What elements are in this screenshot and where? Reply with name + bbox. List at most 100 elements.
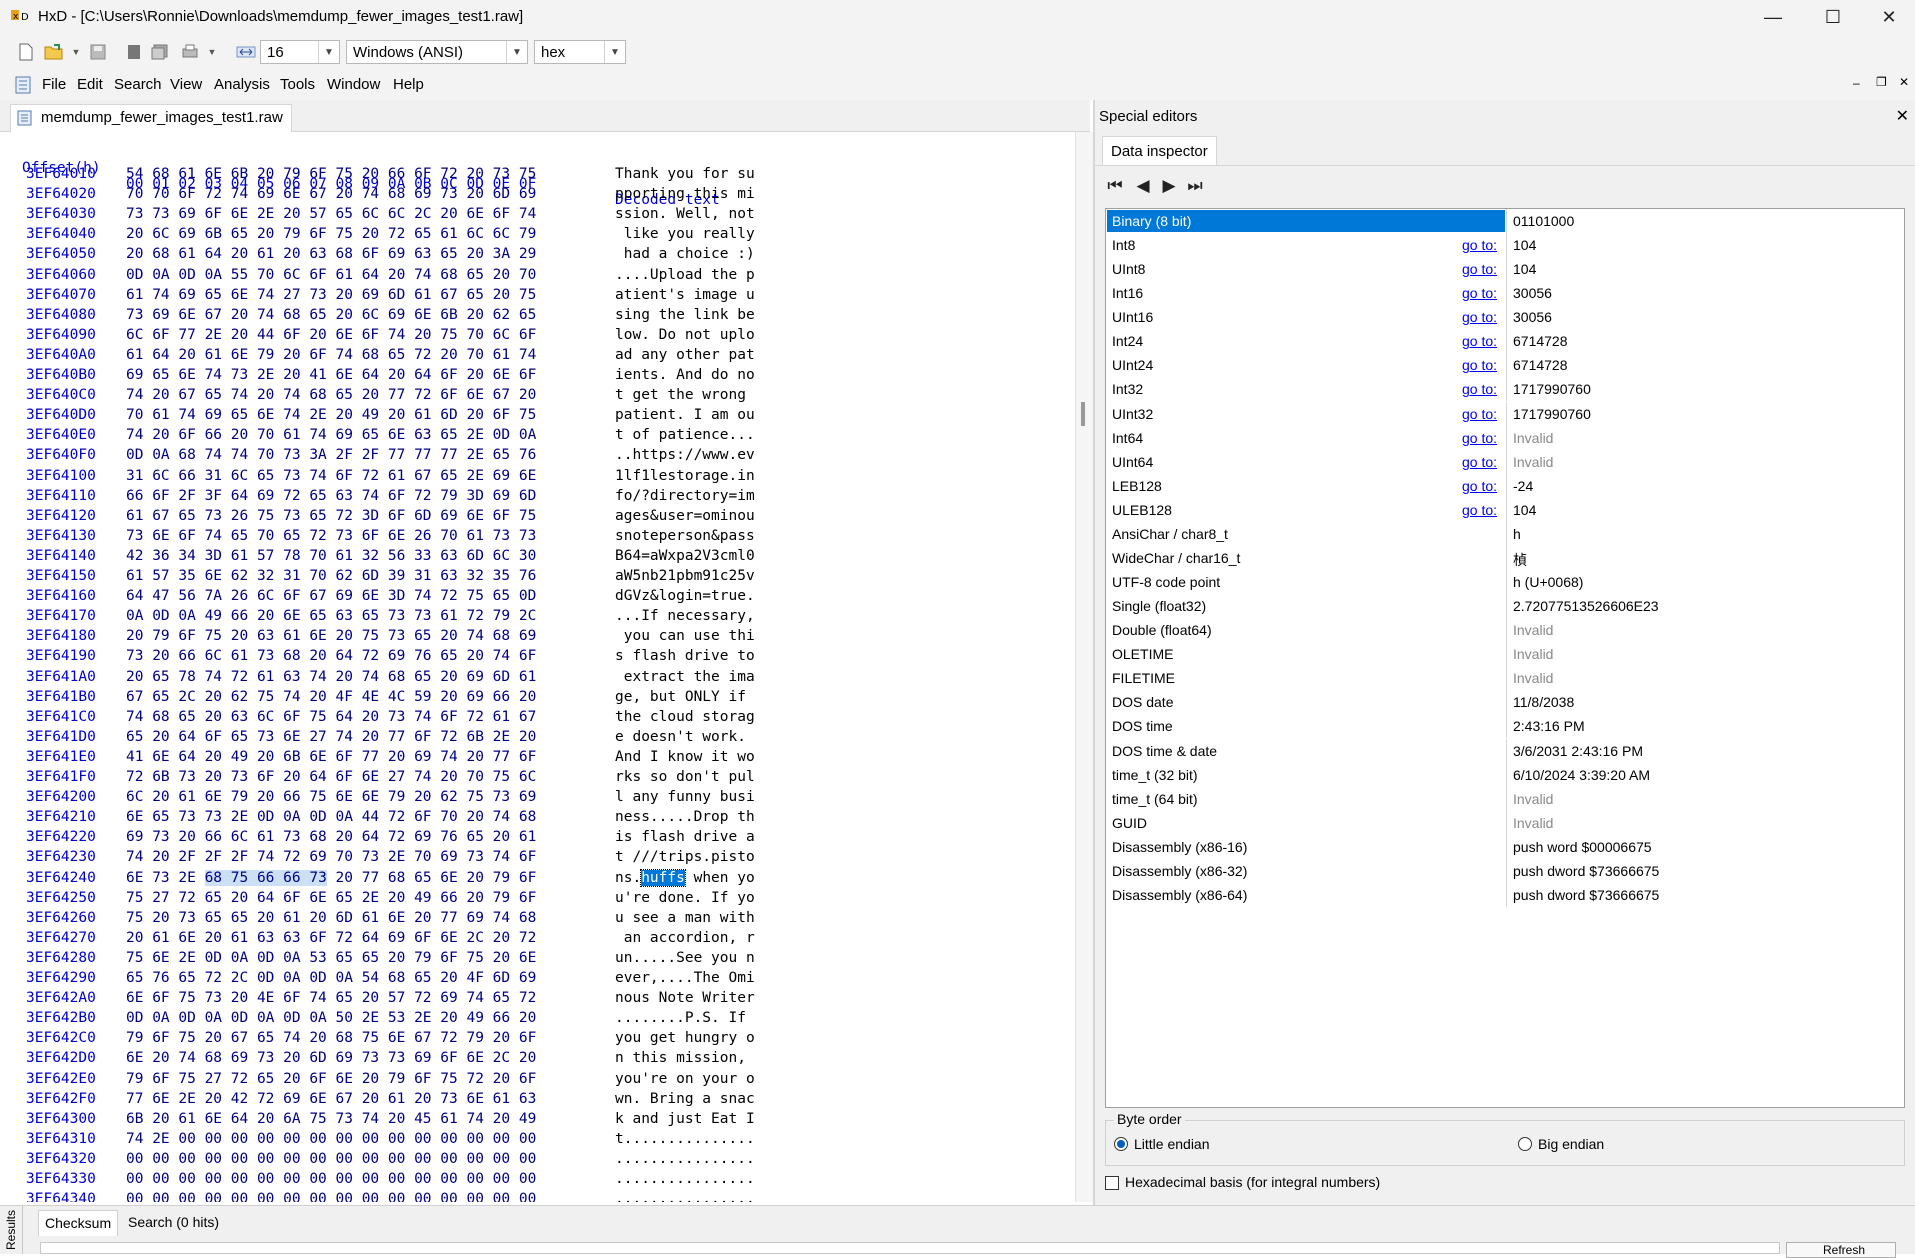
inspector-row[interactable]: Single (float32) 2.72077513526606E23: [1106, 594, 1904, 619]
inspector-row[interactable]: AnsiChar / char8_t h: [1106, 521, 1904, 546]
tab-data-inspector[interactable]: Data inspector: [1102, 136, 1217, 166]
row-decoded-text[interactable]: u're done. If yo: [615, 890, 755, 906]
row-decoded-text[interactable]: n this mission,: [615, 1050, 755, 1066]
inspector-value[interactable]: 11/8/2038: [1513, 694, 1574, 710]
row-decoded-text[interactable]: dGVz&login=true.: [615, 588, 755, 604]
inspector-row[interactable]: Int8 go to: 104: [1106, 233, 1904, 258]
row-decoded-text[interactable]: Thank you for su: [615, 166, 755, 182]
row-decoded-text[interactable]: ........P.S. If: [615, 1010, 755, 1026]
row-hex-bytes[interactable]: 70 70 6F 72 74 69 6E 67 20 74 68 69 73 2…: [126, 186, 536, 202]
row-hex-bytes[interactable]: 74 20 67 65 74 20 74 68 65 20 77 72 6F 6…: [126, 387, 536, 403]
inspector-value[interactable]: 1717990760: [1513, 406, 1591, 422]
row-decoded-text[interactable]: ...If necessary,: [615, 608, 755, 624]
row-hex-bytes[interactable]: 31 6C 66 31 6C 65 73 74 6F 72 61 67 65 2…: [126, 468, 536, 484]
row-hex-bytes[interactable]: 65 76 65 72 2C 0D 0A 0D 0A 54 68 65 20 4…: [126, 970, 536, 986]
inspector-row[interactable]: DOS time & date 3/6/2031 2:43:16 PM: [1106, 738, 1904, 763]
inspector-value[interactable]: Invalid: [1513, 815, 1553, 831]
menu-analysis[interactable]: Analysis: [214, 76, 270, 93]
row-hex-bytes[interactable]: 73 69 6E 67 20 74 68 65 20 6C 69 6E 6B 2…: [126, 307, 536, 323]
special-editors-close-icon[interactable]: ✕: [1896, 106, 1909, 126]
inspector-row[interactable]: time_t (64 bit) Invalid: [1106, 786, 1904, 811]
row-decoded-text[interactable]: k and just Eat I: [615, 1111, 755, 1127]
inspector-value[interactable]: Invalid: [1513, 670, 1553, 686]
row-decoded-text[interactable]: is flash drive a: [615, 829, 755, 845]
row-hex-bytes[interactable]: 6E 6F 75 73 20 4E 6F 74 65 20 57 72 69 7…: [126, 990, 536, 1006]
row-decoded-text[interactable]: you get hungry o: [615, 1030, 755, 1046]
refresh-button[interactable]: Refresh: [1786, 1242, 1896, 1258]
inspector-row[interactable]: Int32 go to: 1717990760: [1106, 377, 1904, 402]
row-hex-bytes[interactable]: 61 64 20 61 6E 79 20 6F 74 68 65 72 20 7…: [126, 347, 536, 363]
inspector-value[interactable]: Invalid: [1513, 791, 1553, 807]
print-icon[interactable]: [180, 42, 200, 62]
row-decoded-text[interactable]: the cloud storag: [615, 709, 755, 725]
row-hex-bytes[interactable]: 74 68 65 20 63 6C 6F 75 64 20 73 74 6F 7…: [126, 709, 536, 725]
inspector-row[interactable]: Int24 go to: 6714728: [1106, 329, 1904, 354]
goto-link[interactable]: go to:: [1462, 381, 1497, 397]
inspector-row[interactable]: DOS time 2:43:16 PM: [1106, 714, 1904, 739]
row-hex-bytes[interactable]: 73 73 69 6F 6E 2E 20 57 65 6C 6C 2C 20 6…: [126, 206, 536, 222]
row-hex-bytes[interactable]: 0D 0A 0D 0A 0D 0A 0D 0A 50 2E 53 2E 20 4…: [126, 1010, 536, 1026]
row-decoded-text[interactable]: un.....See you n: [615, 950, 755, 966]
row-hex-bytes[interactable]: 6E 73 2E 68 75 66 66 73 20 77 68 65 6E 2…: [126, 869, 536, 886]
row-hex-bytes[interactable]: 42 36 34 3D 61 57 78 70 61 32 56 33 63 6…: [126, 548, 536, 564]
row-hex-bytes[interactable]: 0D 0A 0D 0A 55 70 6C 6F 61 64 20 74 68 6…: [126, 267, 536, 283]
inspector-value[interactable]: 104: [1513, 502, 1536, 518]
row-decoded-text[interactable]: like you really: [615, 226, 755, 242]
inspector-row[interactable]: UInt16 go to: 30056: [1106, 305, 1904, 330]
row-decoded-text[interactable]: u see a man with: [615, 910, 755, 926]
row-hex-bytes[interactable]: 6B 20 61 6E 64 20 6A 75 73 74 20 45 61 7…: [126, 1111, 536, 1127]
row-hex-bytes[interactable]: 20 6C 69 6B 65 20 79 6F 75 20 72 65 61 6…: [126, 226, 536, 242]
goto-link[interactable]: go to:: [1462, 285, 1497, 301]
menu-file[interactable]: File: [42, 76, 66, 93]
inspector-row[interactable]: FILETIME Invalid: [1106, 666, 1904, 691]
inspector-value[interactable]: Invalid: [1513, 454, 1553, 470]
goto-link[interactable]: go to:: [1462, 502, 1497, 518]
display-mode-select[interactable]: hex ▼: [534, 40, 626, 64]
row-decoded-text[interactable]: 1lf1lestorage.in: [615, 468, 755, 484]
close-file-icon[interactable]: [124, 42, 144, 62]
inspector-row[interactable]: Binary (8 bit) 01101000: [1106, 209, 1904, 233]
goto-link[interactable]: go to:: [1462, 261, 1497, 277]
checksum-list[interactable]: [40, 1242, 1780, 1254]
mdi-minimize-icon[interactable]: –: [1853, 76, 1860, 90]
big-endian-radio[interactable]: [1518, 1137, 1532, 1151]
inspector-row[interactable]: UTF-8 code point h (U+0068): [1106, 570, 1904, 595]
row-hex-bytes[interactable]: 73 6E 6F 74 65 70 65 72 73 6F 6E 26 70 6…: [126, 528, 536, 544]
inspector-row[interactable]: ULEB128 go to: 104: [1106, 497, 1904, 522]
row-decoded-text[interactable]: ages&user=ominou: [615, 508, 755, 524]
inspector-row[interactable]: Disassembly (x86-32) push dword $73666675: [1106, 858, 1904, 883]
inspector-value[interactable]: 3/6/2031 2:43:16 PM: [1513, 743, 1643, 759]
row-hex-bytes[interactable]: 6C 20 61 6E 79 20 66 75 6E 6E 79 20 62 7…: [126, 789, 536, 805]
row-hex-bytes[interactable]: 20 65 78 74 72 61 63 74 20 74 68 65 20 6…: [126, 669, 536, 685]
row-decoded-text[interactable]: extract the ima: [615, 669, 755, 685]
charset-select[interactable]: Windows (ANSI) ▼: [346, 40, 528, 64]
row-hex-bytes[interactable]: 79 6F 75 27 72 65 20 6F 6E 20 79 6F 75 7…: [126, 1071, 536, 1087]
row-hex-bytes[interactable]: 74 20 6F 66 20 70 61 74 69 65 6E 63 65 2…: [126, 427, 536, 443]
row-decoded-text[interactable]: t get the wrong: [615, 387, 755, 403]
inspector-value[interactable]: push word $00006675: [1513, 839, 1652, 855]
row-decoded-text[interactable]: had a choice :): [615, 246, 755, 262]
row-hex-bytes[interactable]: 61 74 69 65 6E 74 27 73 20 69 6D 61 67 6…: [126, 287, 536, 303]
save-all-icon[interactable]: [150, 42, 170, 62]
row-hex-bytes[interactable]: 41 6E 64 20 49 20 6B 6E 6F 77 20 69 74 2…: [126, 749, 536, 765]
row-hex-bytes[interactable]: 64 47 56 7A 26 6C 6F 67 69 6E 3D 74 72 7…: [126, 588, 536, 604]
row-decoded-text[interactable]: ad any other pat: [615, 347, 755, 363]
row-hex-bytes[interactable]: 67 65 2C 20 62 75 74 20 4F 4E 4C 59 20 6…: [126, 689, 536, 705]
row-decoded-text[interactable]: t ///trips.pisto: [615, 849, 755, 865]
close-button[interactable]: ✕: [1866, 0, 1912, 34]
mdi-close-icon[interactable]: ✕: [1899, 75, 1909, 89]
selected-text[interactable]: huffs: [640, 868, 686, 887]
row-decoded-text[interactable]: you're on your o: [615, 1071, 755, 1087]
row-hex-bytes[interactable]: 75 6E 2E 0D 0A 0D 0A 53 65 65 20 79 6F 7…: [126, 950, 536, 966]
menu-search[interactable]: Search: [114, 76, 162, 93]
row-hex-bytes[interactable]: 20 79 6F 75 20 63 61 6E 20 75 73 65 20 7…: [126, 628, 536, 644]
row-hex-bytes[interactable]: 54 68 61 6E 6B 20 79 6F 75 20 66 6F 72 2…: [126, 166, 536, 182]
row-decoded-text[interactable]: s flash drive to: [615, 648, 755, 664]
row-hex-bytes[interactable]: 75 27 72 65 20 64 6F 6E 65 2E 20 49 66 2…: [126, 890, 536, 906]
row-hex-bytes[interactable]: 66 6F 2F 3F 64 69 72 65 63 74 6F 72 79 3…: [126, 488, 536, 504]
row-hex-bytes[interactable]: 75 20 73 65 65 20 61 20 6D 61 6E 20 77 6…: [126, 910, 536, 926]
row-hex-bytes[interactable]: 77 6E 2E 20 42 72 69 6E 67 20 61 20 73 6…: [126, 1091, 536, 1107]
scrollbar-thumb[interactable]: [1081, 402, 1085, 426]
row-decoded-text[interactable]: sing the link be: [615, 307, 755, 323]
menu-view[interactable]: View: [170, 76, 202, 93]
